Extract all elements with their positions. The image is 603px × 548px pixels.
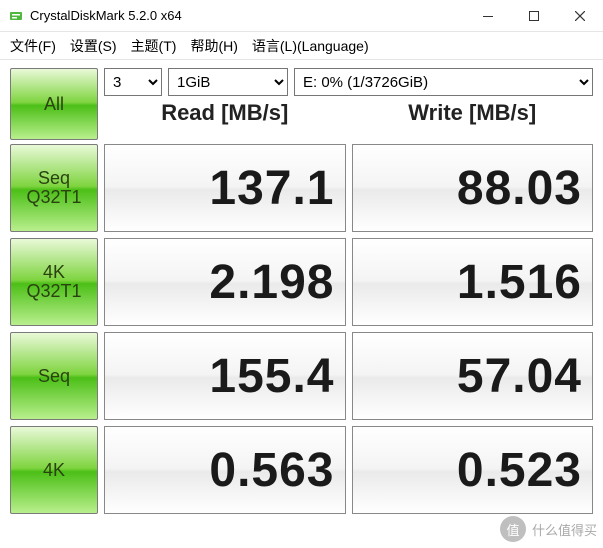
client-area: All 3 1GiB E: 0% (1/3726GiB) Read [MB/s]…	[0, 60, 603, 524]
menu-language[interactable]: 语言(L)(Language)	[252, 36, 369, 56]
minimize-button[interactable]	[465, 0, 511, 32]
menubar: 文件(F) 设置(S) 主题(T) 帮助(H) 语言(L)(Language)	[0, 32, 603, 60]
4k-button[interactable]: 4K	[10, 426, 98, 514]
seq-button[interactable]: Seq	[10, 332, 98, 420]
runs-select[interactable]: 3	[104, 68, 162, 96]
maximize-button[interactable]	[511, 0, 557, 32]
close-button[interactable]	[557, 0, 603, 32]
drive-select[interactable]: E: 0% (1/3726GiB)	[294, 68, 593, 96]
header-row: Read [MB/s] Write [MB/s]	[104, 96, 593, 132]
4k-write: 0.523	[352, 426, 594, 514]
menu-help[interactable]: 帮助(H)	[190, 36, 237, 56]
write-header: Write [MB/s]	[352, 96, 594, 132]
menu-settings[interactable]: 设置(S)	[70, 36, 117, 56]
top-row: All 3 1GiB E: 0% (1/3726GiB) Read [MB/s]…	[10, 68, 593, 140]
table-row: 4K Q32T1 2.198 1.516	[10, 238, 593, 326]
seq-q32t1-button[interactable]: Seq Q32T1	[10, 144, 98, 232]
menu-file[interactable]: 文件(F)	[10, 36, 56, 56]
4k-q32t1-write: 1.516	[352, 238, 594, 326]
menu-theme[interactable]: 主题(T)	[131, 36, 177, 56]
seq-q32t1-write: 88.03	[352, 144, 594, 232]
results-grid: Seq Q32T1 137.1 88.03 4K Q32T1 2.198 1.5…	[10, 144, 593, 514]
all-button[interactable]: All	[10, 68, 98, 140]
controls: 3 1GiB E: 0% (1/3726GiB)	[104, 68, 593, 96]
4k-read: 0.563	[104, 426, 346, 514]
seq-write: 57.04	[352, 332, 594, 420]
4k-q32t1-button[interactable]: 4K Q32T1	[10, 238, 98, 326]
read-header: Read [MB/s]	[104, 96, 346, 132]
4k-q32t1-read: 2.198	[104, 238, 346, 326]
window-title: CrystalDiskMark 5.2.0 x64	[30, 8, 465, 23]
table-row: Seq Q32T1 137.1 88.03	[10, 144, 593, 232]
app-icon	[8, 8, 24, 24]
all-button-label: All	[44, 95, 64, 114]
size-select[interactable]: 1GiB	[168, 68, 288, 96]
table-row: 4K 0.563 0.523	[10, 426, 593, 514]
table-row: Seq 155.4 57.04	[10, 332, 593, 420]
seq-read: 155.4	[104, 332, 346, 420]
titlebar: CrystalDiskMark 5.2.0 x64	[0, 0, 603, 32]
seq-q32t1-read: 137.1	[104, 144, 346, 232]
